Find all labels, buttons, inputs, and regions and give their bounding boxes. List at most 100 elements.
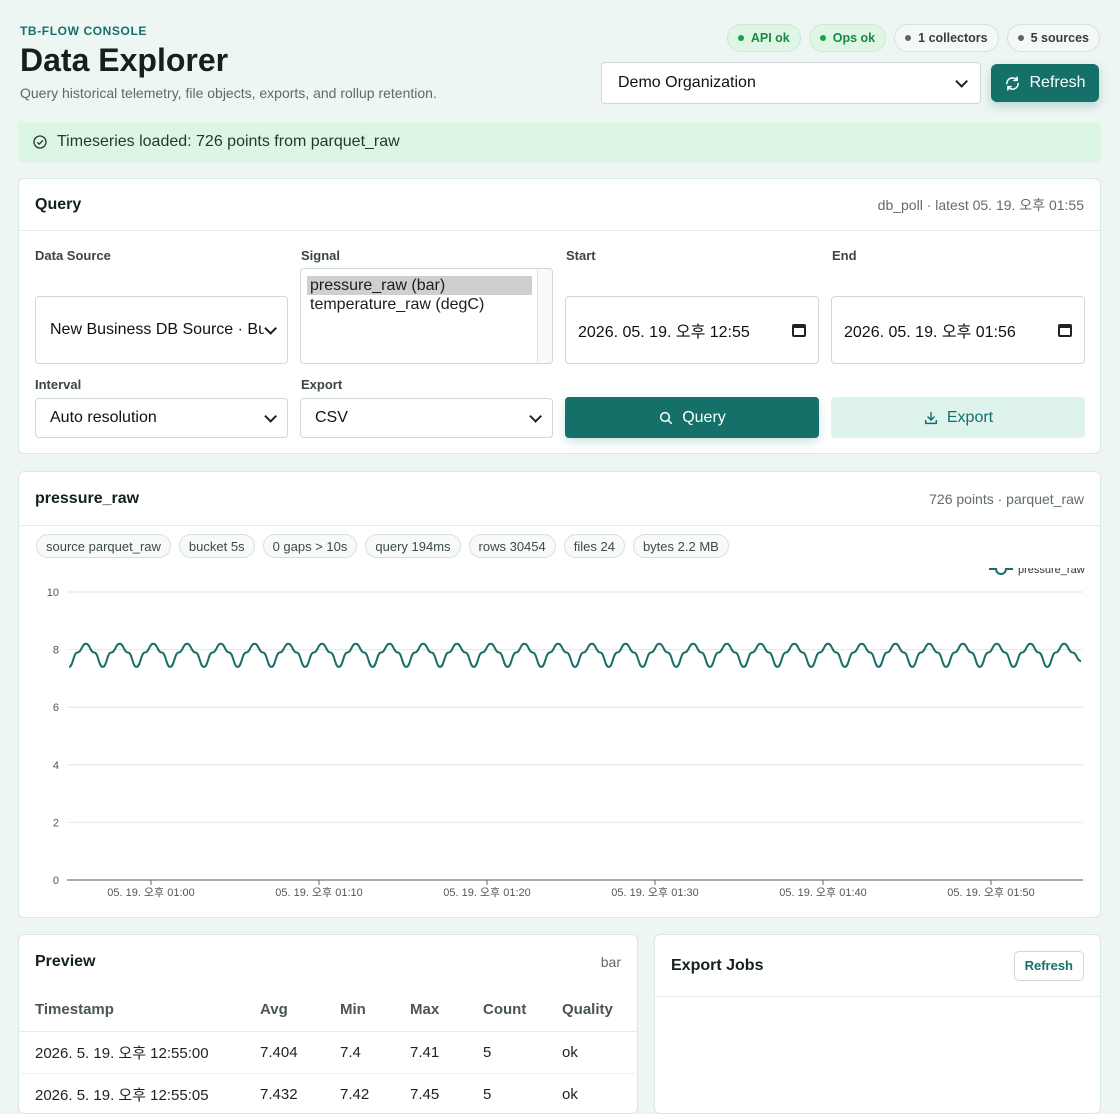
query-stats-chips: source parquet_raw bucket 5s 0 gaps > 10… bbox=[36, 534, 729, 558]
chart-legend[interactable]: pressure_raw bbox=[989, 568, 1085, 576]
status-pill-label: API ok bbox=[750, 31, 790, 45]
y-tick-label: 10 bbox=[47, 587, 59, 599]
end-datetime-input[interactable]: 2026. 05. 19. 오후 01:56 bbox=[831, 296, 1085, 364]
x-tick-label: 05. 19. 오후 01:30 bbox=[611, 886, 699, 899]
export-format-label: Export bbox=[301, 377, 343, 392]
table-cell: 7.432 bbox=[244, 1073, 324, 1113]
status-pill-label: Ops ok bbox=[832, 31, 876, 45]
status-pill-ops: Ops ok bbox=[808, 24, 887, 52]
stat-chip: rows 30454 bbox=[468, 534, 556, 558]
table-cell: ok bbox=[546, 1031, 637, 1074]
chart-card-title: pressure_raw bbox=[35, 489, 140, 507]
chevron-down-icon bbox=[264, 321, 278, 335]
start-label: Start bbox=[566, 248, 596, 263]
table-cell: 5 bbox=[467, 1073, 546, 1113]
column-header: Timestamp bbox=[19, 989, 244, 1032]
query-card-header: Query db_poll · latest 05. 19. 오후 01:55 bbox=[19, 179, 1100, 231]
refresh-button-label: Refresh bbox=[1029, 74, 1086, 91]
search-icon bbox=[660, 411, 673, 424]
x-tick-label: 05. 19. 오후 01:10 bbox=[275, 886, 363, 899]
status-pill-api: API ok bbox=[726, 24, 801, 52]
signal-listbox[interactable]: pressure_raw (bar) temperature_raw (degC… bbox=[300, 268, 553, 364]
column-header: Quality bbox=[546, 989, 637, 1032]
table-cell: 7.42 bbox=[324, 1073, 394, 1113]
chart-card-meta: 726 points · parquet_raw bbox=[929, 490, 1084, 507]
signal-option[interactable]: pressure_raw (bar) bbox=[307, 276, 532, 295]
timeseries-chart[interactable]: 0 2 4 6 8 10 05. 19. 오후 01:00 05. 19. 오후 01:10… bbox=[19, 568, 1100, 908]
calendar-icon[interactable] bbox=[792, 323, 806, 337]
y-tick-label: 8 bbox=[53, 645, 59, 657]
export-jobs-refresh-button[interactable]: Refresh bbox=[1013, 950, 1084, 981]
interval-label: Interval bbox=[35, 377, 82, 392]
start-datetime-input[interactable]: 2026. 05. 19. 오후 12:55 bbox=[565, 296, 819, 364]
stat-chip: 0 gaps > 10s bbox=[262, 534, 358, 558]
export-jobs-card: Export Jobs Refresh bbox=[654, 934, 1101, 1114]
status-pill-collectors: 1 collectors bbox=[894, 24, 999, 52]
preview-card-title: Preview bbox=[35, 953, 96, 970]
page-subtitle: Query historical telemetry, file objects… bbox=[20, 85, 437, 101]
status-dot-icon bbox=[737, 35, 744, 41]
query-card: Query db_poll · latest 05. 19. 오후 01:55 … bbox=[18, 178, 1101, 454]
chevron-down-icon bbox=[529, 409, 542, 423]
interval-select[interactable]: Auto resolution bbox=[35, 398, 288, 438]
chart-series bbox=[68, 642, 1082, 668]
export-jobs-header: Export Jobs Refresh bbox=[655, 935, 1100, 997]
status-dot-icon bbox=[819, 35, 826, 41]
x-tick-label: 05. 19. 오후 01:20 bbox=[443, 886, 531, 899]
column-header: Min bbox=[324, 989, 394, 1032]
y-tick-label: 0 bbox=[53, 875, 59, 887]
interval-select-value: Auto resolution bbox=[50, 409, 157, 426]
data-source-select[interactable]: New Business DB Source · Business DB bbox=[35, 296, 288, 364]
x-tick-label: 05. 19. 오후 01:50 bbox=[947, 886, 1035, 899]
table-header-row: Timestamp Avg Min Max Count Quality bbox=[19, 989, 637, 1032]
x-tick-label: 05. 19. 오후 01:40 bbox=[779, 886, 867, 899]
stat-chip: files 24 bbox=[563, 534, 625, 558]
query-button-label: Query bbox=[682, 408, 726, 426]
page-title: Data Explorer bbox=[20, 42, 229, 78]
refresh-button[interactable]: Refresh bbox=[991, 64, 1099, 102]
x-tick-label: 05. 19. 오후 01:00 bbox=[107, 886, 195, 899]
signal-option[interactable]: temperature_raw (degC) bbox=[307, 295, 532, 314]
table-cell: 7.45 bbox=[394, 1073, 467, 1113]
table-row: 2026. 5. 19. 오후 12:55:00 7.404 7.4 7.41 … bbox=[19, 1031, 637, 1074]
status-banner: Timeseries loaded: 726 points from parqu… bbox=[18, 122, 1101, 162]
status-banner-message: Timeseries loaded: 726 points from parqu… bbox=[57, 133, 400, 150]
stat-chip: bytes 2.2 MB bbox=[632, 534, 729, 558]
export-format-select-value: CSV bbox=[315, 409, 348, 426]
status-pill-sources: 5 sources bbox=[1006, 24, 1100, 52]
listbox-scrollbar[interactable] bbox=[537, 269, 552, 363]
table-row: 2026. 5. 19. 오후 12:55:05 7.432 7.42 7.45… bbox=[19, 1073, 637, 1113]
page-header: TB-FLOW CONSOLE Data Explorer Query hist… bbox=[20, 24, 1100, 114]
export-button[interactable]: Export bbox=[831, 397, 1085, 438]
column-header: Count bbox=[467, 989, 546, 1032]
start-datetime-value: 2026. 05. 19. 오후 12:55 bbox=[578, 324, 750, 341]
signal-label: Signal bbox=[301, 248, 341, 263]
export-format-select[interactable]: CSV bbox=[300, 398, 553, 438]
y-tick-label: 6 bbox=[53, 702, 59, 714]
table-cell: 7.404 bbox=[244, 1031, 324, 1074]
stat-chip: bucket 5s bbox=[178, 534, 255, 558]
chart-card-header: pressure_raw 726 points · parquet_raw bbox=[19, 472, 1100, 526]
chevron-down-icon bbox=[955, 74, 968, 88]
export-button-label: Export bbox=[946, 408, 994, 426]
status-dot-icon bbox=[905, 35, 912, 41]
brand-label: TB-FLOW CONSOLE bbox=[20, 24, 147, 38]
organization-select-value: Demo Organization bbox=[618, 74, 756, 91]
status-pill-label: 5 sources bbox=[1030, 31, 1089, 45]
table-cell: ok bbox=[546, 1073, 637, 1113]
organization-select[interactable]: Demo Organization bbox=[601, 62, 981, 104]
status-pill-label: 1 collectors bbox=[918, 31, 988, 45]
query-card-title: Query bbox=[35, 195, 82, 213]
query-button[interactable]: Query bbox=[565, 397, 819, 438]
table-cell: 5 bbox=[467, 1031, 546, 1074]
y-tick-label: 2 bbox=[53, 817, 59, 829]
end-datetime-value: 2026. 05. 19. 오후 01:56 bbox=[844, 324, 1016, 341]
end-label: End bbox=[832, 248, 857, 263]
data-source-select-value: New Business DB Source · Business DB bbox=[50, 321, 264, 338]
calendar-icon[interactable] bbox=[1058, 323, 1072, 337]
download-icon bbox=[924, 411, 937, 424]
preview-table: Timestamp Avg Min Max Count Quality 2026… bbox=[19, 989, 637, 1113]
query-card-meta: db_poll · latest 05. 19. 오후 01:55 bbox=[877, 196, 1084, 213]
y-axis-ticks: 0 2 4 6 8 10 bbox=[47, 587, 59, 887]
stat-chip: source parquet_raw bbox=[36, 534, 171, 558]
